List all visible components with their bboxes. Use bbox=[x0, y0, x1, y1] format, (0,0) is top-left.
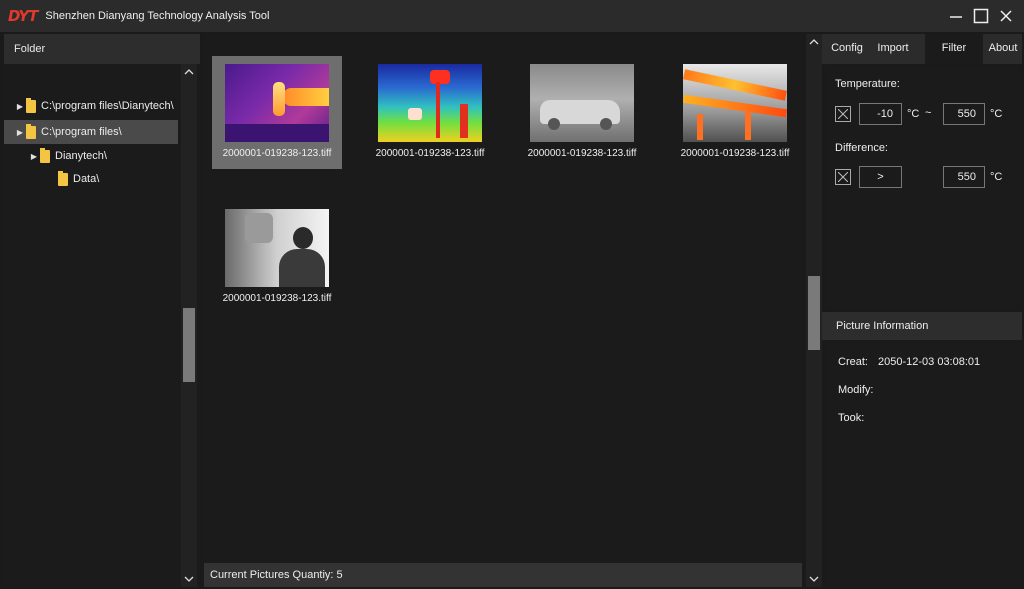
thermal-image-person bbox=[225, 64, 329, 142]
chevron-down-icon bbox=[809, 576, 819, 582]
modify-label: Modify: bbox=[838, 384, 874, 396]
scroll-thumb[interactable] bbox=[183, 308, 195, 382]
took-label: Took: bbox=[838, 412, 865, 424]
picture-thumbnail[interactable]: 2000001-019238-123.tiff bbox=[212, 201, 342, 314]
picture-info-panel: Creat: 2050-12-03 03:08:01 Modify: Took: bbox=[826, 342, 1020, 587]
tree-item-data[interactable]: Data\ bbox=[4, 167, 181, 191]
close-button[interactable] bbox=[994, 4, 1018, 28]
picture-thumbnail[interactable]: 2000001-019238-123.tiff bbox=[670, 56, 800, 169]
tab-config[interactable]: Config bbox=[828, 34, 866, 64]
right-panel: Config Import Filter About Temperature: … bbox=[822, 34, 1022, 587]
scroll-down-button[interactable] bbox=[806, 571, 822, 587]
temperature-unit: °C bbox=[907, 108, 920, 120]
chevron-up-icon bbox=[809, 39, 819, 45]
picture-filename: 2000001-019238-123.tiff bbox=[680, 148, 790, 159]
picture-filename: 2000001-019238-123.tiff bbox=[375, 148, 485, 159]
checkbox-x-icon bbox=[838, 172, 848, 182]
temperature-label: Temperature: bbox=[835, 78, 900, 90]
tree-item-label: Dianytech\ bbox=[55, 150, 107, 162]
title-bar: DYT Shenzhen Dianyang Technology Analysi… bbox=[0, 0, 1024, 32]
folder-icon bbox=[58, 170, 68, 186]
scroll-thumb[interactable] bbox=[808, 276, 820, 350]
temperature-checkbox[interactable] bbox=[835, 106, 851, 122]
expand-arrow-icon[interactable]: ▶ bbox=[28, 152, 40, 161]
minimize-icon bbox=[950, 16, 962, 18]
tab-about[interactable]: About bbox=[984, 34, 1022, 64]
minimize-button[interactable] bbox=[944, 4, 968, 28]
tab-import[interactable]: Import bbox=[872, 34, 914, 64]
maximize-icon bbox=[973, 8, 989, 24]
app-title: Shenzhen Dianyang Technology Analysis To… bbox=[45, 10, 270, 22]
folder-panel-header: Folder bbox=[4, 34, 200, 64]
creat-value: 2050-12-03 03:08:01 bbox=[878, 356, 981, 368]
creat-label: Creat: bbox=[838, 356, 868, 368]
tree-item-label: C:\program files\ bbox=[41, 126, 122, 138]
picture-thumbnail[interactable]: 2000001-019238-123.tiff bbox=[212, 56, 342, 169]
filter-panel: Temperature: -10 °C ~ 550 °C Difference:… bbox=[826, 66, 1020, 308]
difference-value-input[interactable]: 550 bbox=[943, 166, 985, 188]
maximize-button[interactable] bbox=[969, 4, 993, 28]
thermal-image-car bbox=[530, 64, 634, 142]
chevron-down-icon bbox=[184, 576, 194, 582]
close-icon bbox=[1000, 10, 1012, 22]
tree-item-label: C:\program files\Dianytech\ bbox=[41, 100, 174, 112]
folder-icon bbox=[26, 97, 36, 113]
chevron-up-icon bbox=[184, 69, 194, 75]
tree-item-label: Data\ bbox=[73, 173, 100, 185]
scroll-up-button[interactable] bbox=[181, 64, 197, 80]
temperature-max-input[interactable]: 550 bbox=[943, 103, 985, 125]
scroll-up-button[interactable] bbox=[806, 34, 822, 50]
picture-filename: 2000001-019238-123.tiff bbox=[527, 148, 637, 159]
difference-operator-select[interactable]: > bbox=[859, 166, 902, 188]
tab-bar: Config Import Filter About bbox=[822, 34, 1022, 64]
tab-filter[interactable]: Filter bbox=[925, 34, 983, 64]
gallery-scrollbar[interactable] bbox=[806, 34, 822, 587]
folder-panel: Folder ▶ C:\program files\Dianytech\ ▶ C… bbox=[4, 34, 200, 587]
app-logo: DYT bbox=[8, 7, 38, 25]
thermal-image-gray-person bbox=[225, 209, 329, 287]
expand-arrow-icon[interactable]: ▶ bbox=[14, 128, 26, 137]
folder-icon bbox=[40, 147, 50, 163]
folder-scrollbar[interactable] bbox=[181, 64, 197, 587]
picture-thumbnail[interactable]: 2000001-019238-123.tiff bbox=[365, 56, 495, 169]
thermal-image-lamp bbox=[378, 64, 482, 142]
tree-item-dianytech-root[interactable]: ▶ C:\program files\Dianytech\ bbox=[4, 94, 181, 118]
temperature-separator: ~ bbox=[925, 107, 932, 119]
picture-gallery: 2000001-019238-123.tiff 2000001-019238-1… bbox=[204, 34, 802, 587]
difference-checkbox[interactable] bbox=[835, 169, 851, 185]
folder-tree: ▶ C:\program files\Dianytech\ ▶ C:\progr… bbox=[4, 64, 181, 587]
temperature-min-input[interactable]: -10 bbox=[859, 103, 902, 125]
difference-label: Difference: bbox=[835, 142, 888, 154]
picture-thumbnail[interactable]: 2000001-019238-123.tiff bbox=[517, 56, 647, 169]
status-bar: Current Pictures Quantiy: 5 bbox=[204, 563, 802, 587]
window-controls bbox=[943, 4, 1018, 28]
expand-arrow-icon[interactable]: ▶ bbox=[14, 102, 26, 111]
folder-icon bbox=[26, 123, 36, 139]
temperature-unit: °C bbox=[990, 108, 1003, 120]
checkbox-x-icon bbox=[838, 109, 848, 119]
picture-filename: 2000001-019238-123.tiff bbox=[222, 148, 332, 159]
tree-item-program-files[interactable]: ▶ C:\program files\ bbox=[4, 120, 178, 144]
thermal-image-pipes bbox=[683, 64, 787, 142]
tree-item-dianytech[interactable]: ▶ Dianytech\ bbox=[4, 144, 181, 168]
difference-unit: °C bbox=[990, 171, 1003, 183]
picture-info-header: Picture Information bbox=[822, 312, 1022, 340]
scroll-down-button[interactable] bbox=[181, 571, 197, 587]
picture-filename: 2000001-019238-123.tiff bbox=[222, 293, 332, 304]
